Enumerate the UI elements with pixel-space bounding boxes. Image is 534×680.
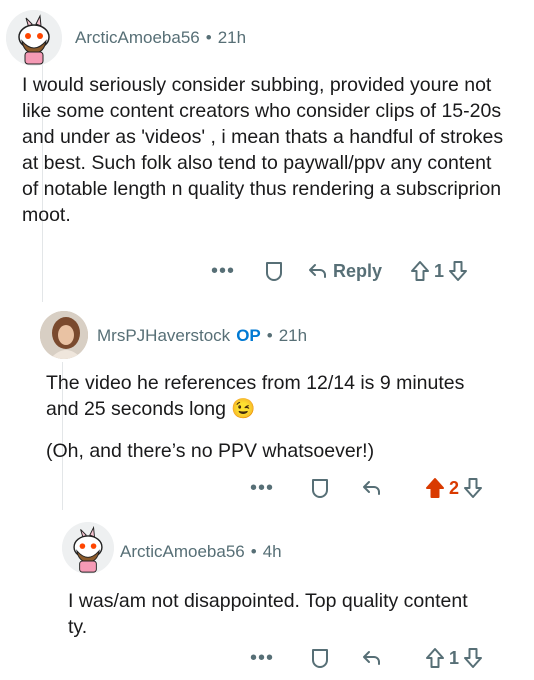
comment-time: 4h — [262, 542, 282, 561]
upvote-icon — [426, 648, 444, 668]
comment-actions: ••• 2 — [248, 475, 483, 501]
overflow-menu-icon[interactable]: ••• — [248, 477, 276, 500]
overflow-menu-icon[interactable]: ••• — [209, 260, 237, 283]
reply-button[interactable] — [361, 479, 387, 497]
comment-paragraph: The video he references from 12/14 is 9 … — [46, 370, 466, 422]
comment-actions: ••• 1 — [248, 645, 483, 671]
upvote-button[interactable] — [425, 647, 445, 669]
comment-paragraph: I would seriously consider subbing, prov… — [22, 74, 504, 226]
upvote-button[interactable] — [425, 477, 445, 499]
avatar[interactable] — [62, 522, 114, 574]
comment-time: 21h — [278, 326, 308, 345]
reply-arrow-icon — [309, 264, 326, 278]
upvote-icon — [411, 261, 430, 281]
snoo-avatar-icon — [62, 522, 114, 574]
meta-separator: • — [250, 542, 257, 561]
reply-arrow-icon — [363, 481, 380, 495]
award-icon[interactable] — [309, 647, 331, 669]
username[interactable]: ArcticAmoeba56 — [75, 28, 200, 47]
comment-meta: ArcticAmoeba56 • 21h — [75, 28, 246, 48]
comment-body: I was/am not disappointed. Top quality c… — [68, 588, 468, 640]
wink-emoji: 😉 — [231, 398, 256, 420]
comment-body: The video he references from 12/14 is 9 … — [46, 370, 466, 464]
upvote-icon — [426, 478, 444, 498]
reply-button[interactable]: Reply — [307, 261, 382, 282]
award-icon[interactable] — [309, 477, 331, 499]
vote-count: 2 — [449, 477, 460, 498]
overflow-menu-icon[interactable]: ••• — [248, 647, 276, 670]
downvote-icon — [464, 478, 483, 498]
downvote-icon — [449, 261, 468, 281]
reply-button[interactable] — [361, 649, 387, 667]
award-icon[interactable] — [263, 260, 285, 282]
profile-photo-icon — [40, 311, 88, 359]
meta-separator: • — [266, 326, 273, 345]
meta-separator: • — [205, 28, 212, 47]
upvote-button[interactable] — [410, 260, 430, 282]
downvote-button[interactable] — [463, 477, 483, 499]
op-badge: OP — [236, 326, 261, 345]
comment-time: 21h — [217, 28, 247, 47]
comment-paragraph: (Oh, and there’s no PPV whatsoever!) — [46, 440, 375, 462]
downvote-button[interactable] — [448, 260, 468, 282]
downvote-button[interactable] — [463, 647, 483, 669]
avatar[interactable] — [40, 311, 88, 359]
comment-body: I would seriously consider subbing, prov… — [22, 72, 512, 228]
comment-meta: MrsPJHaverstock OP • 21h — [97, 326, 307, 346]
comment-actions: ••• Reply 1 — [209, 258, 468, 284]
comment-meta: ArcticAmoeba56 • 4h — [120, 542, 282, 562]
downvote-icon — [464, 648, 483, 668]
vote-count: 1 — [449, 647, 460, 668]
snoo-avatar-icon — [6, 10, 62, 66]
reply-arrow-icon — [363, 651, 380, 665]
username[interactable]: ArcticAmoeba56 — [120, 542, 245, 561]
vote-count: 1 — [434, 260, 445, 281]
comment-paragraph: I was/am not disappointed. Top quality c… — [68, 590, 468, 638]
avatar[interactable] — [6, 10, 62, 66]
reply-label: Reply — [333, 260, 383, 281]
username[interactable]: MrsPJHaverstock — [97, 326, 230, 345]
